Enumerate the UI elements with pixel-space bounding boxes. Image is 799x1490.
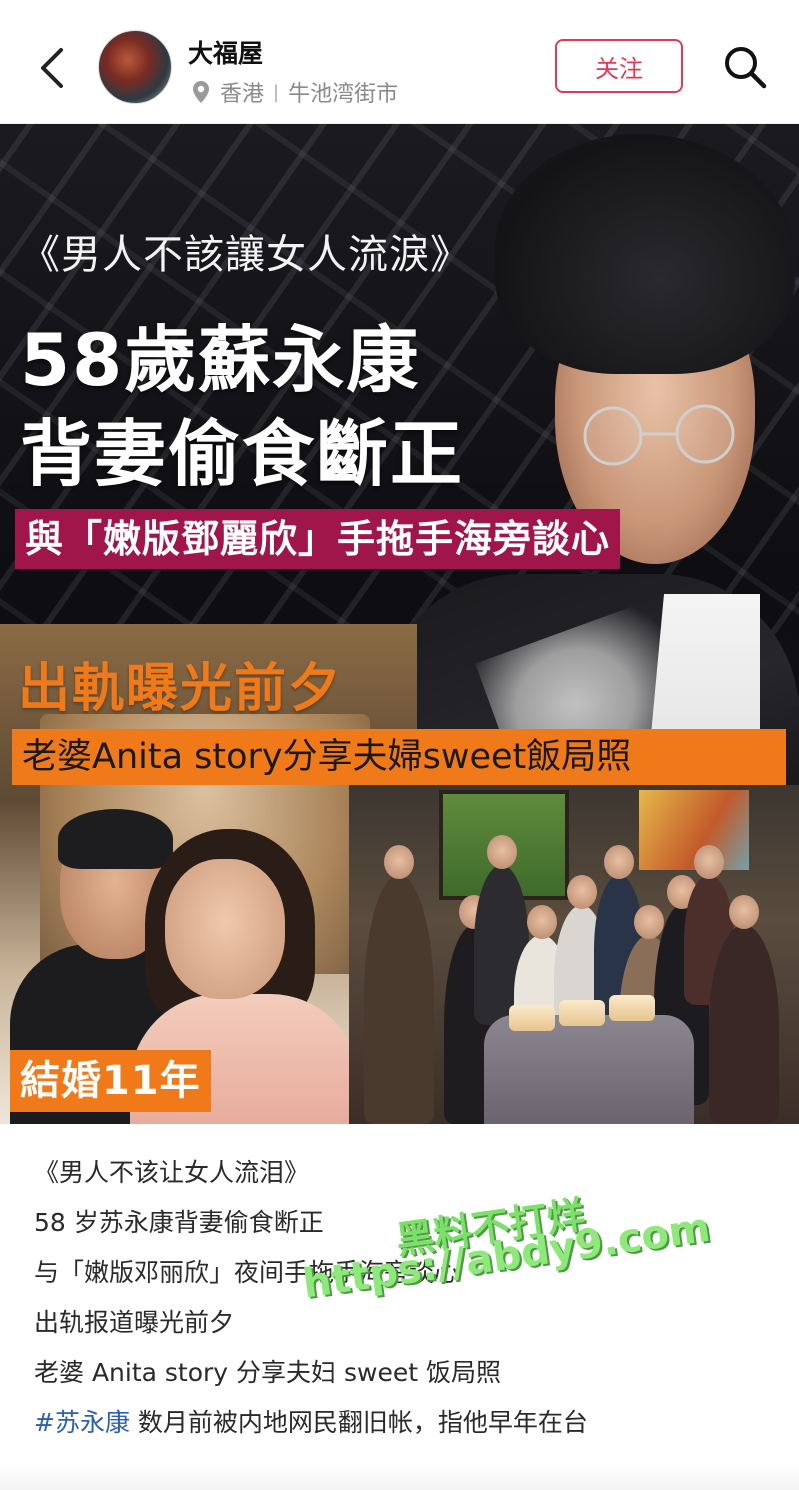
caption-line: 《男人不该让女人流泪》 <box>34 1158 310 1187</box>
caption-line: 出轨报道曝光前夕 <box>34 1308 235 1337</box>
cover-orange-title: 出軌曝光前夕 <box>18 659 343 719</box>
chevron-left-icon <box>41 48 63 88</box>
cover-tag-line: 與「嫩版鄧麗欣」手拖手海旁談心 <box>15 509 621 569</box>
bottom-fade <box>0 1462 799 1490</box>
caption-line: 58 岁苏永康背妻偷食断正 <box>34 1208 324 1237</box>
glasses-icon <box>583 404 735 466</box>
group-person <box>364 845 434 1124</box>
group-person <box>709 895 779 1124</box>
location-place: 牛池湾街市 <box>288 82 399 107</box>
cake <box>559 1000 605 1026</box>
caption-line-rest: 数月前被内地网民翻旧帐，指他早年在台 <box>129 1408 588 1437</box>
group-photo-table <box>484 1015 694 1124</box>
follow-button[interactable]: 关注 <box>555 39 683 93</box>
woman-face <box>165 859 285 999</box>
location-separator: | <box>273 81 280 103</box>
store-location[interactable]: 香港 | 牛池湾街市 <box>192 77 398 107</box>
group-dinner-photo <box>349 785 799 1124</box>
cover-orange-banner: 老婆Anita story分享夫婦sweet飯局照 <box>12 729 786 785</box>
cake <box>609 995 655 1021</box>
caption-line: 与「嫩版邓丽欣」夜间手拖手海旁谈心 <box>34 1258 460 1287</box>
cover-quote-title: 《男人不該讓女人流淚》 <box>20 232 471 278</box>
man-hair <box>58 809 173 869</box>
store-avatar[interactable] <box>98 30 172 104</box>
search-icon <box>725 47 767 89</box>
post-caption: 《男人不该让女人流泪》 58 岁苏永康背妻偷食断正 与「嫩版邓丽欣」夜间手拖手海… <box>34 1148 774 1448</box>
location-pin-icon <box>192 80 210 104</box>
top-bar: 大福屋 香港 | 牛池湾街市 关注 <box>0 0 799 124</box>
cake <box>509 1005 555 1031</box>
cover-headline-line1: 58歲蘇永康 <box>20 318 421 402</box>
caption-line: 老婆 Anita story 分享夫妇 sweet 饭局照 <box>34 1358 501 1387</box>
store-name[interactable]: 大福屋 <box>188 34 263 70</box>
caption-line-with-hashtag: #苏永康 数月前被内地网民翻旧帐，指他早年在台 <box>34 1398 774 1448</box>
search-button[interactable] <box>718 40 772 94</box>
married-years-badge: 結婚11年 <box>10 1050 211 1112</box>
back-button[interactable] <box>30 42 74 94</box>
hashtag-link[interactable]: #苏永康 <box>34 1408 130 1437</box>
location-region: 香港 <box>220 82 265 107</box>
cover-headline-line2: 背妻偷食斷正 <box>20 412 465 496</box>
post-cover-image[interactable]: 《男人不該讓女人流淚》 58歲蘇永康 背妻偷食斷正 與「嫩版鄧麗欣」手拖手海旁談… <box>0 124 799 1124</box>
